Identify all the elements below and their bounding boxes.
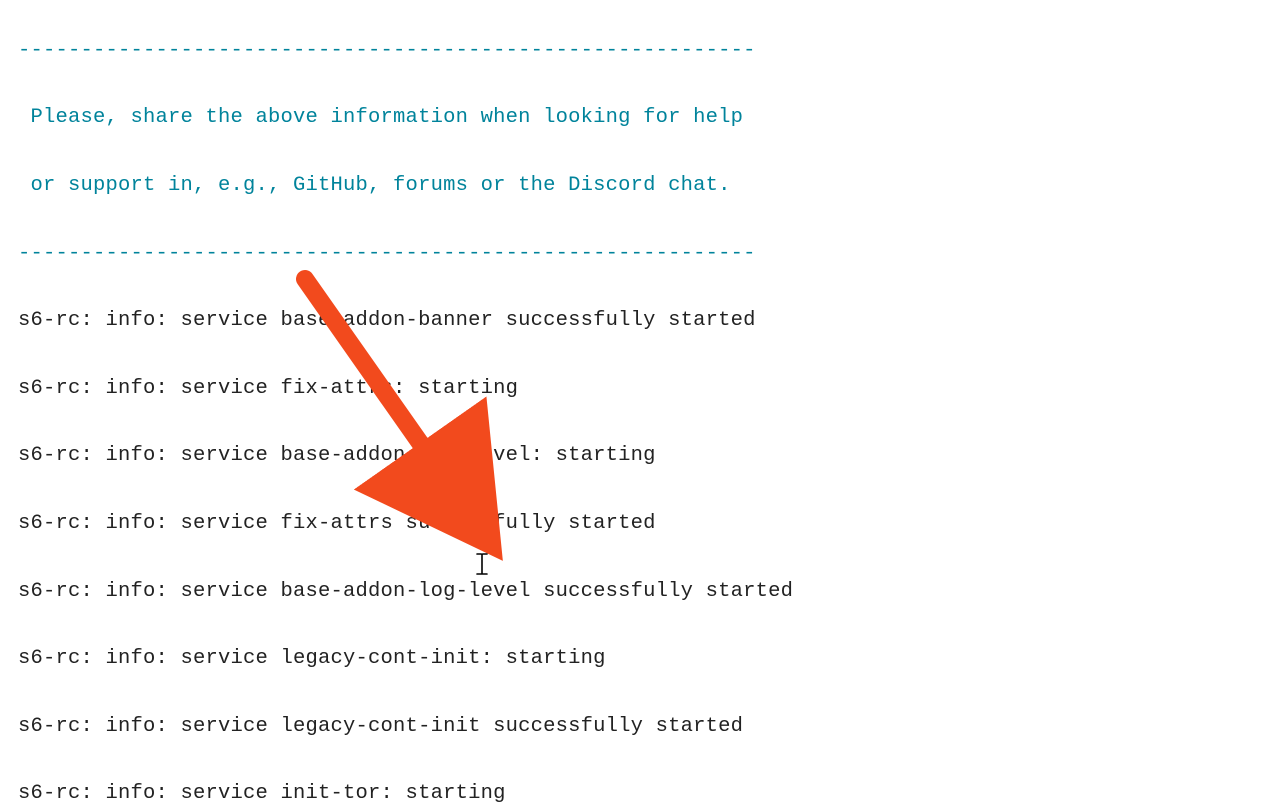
log-line: s6-rc: info: service legacy-cont-init: s… [18, 642, 1270, 676]
log-line: s6-rc: info: service fix-attrs: starting [18, 372, 1270, 406]
banner-dash-top: ----------------------------------------… [18, 34, 1270, 68]
log-line: s6-rc: info: service base-addon-log-leve… [18, 575, 1270, 609]
log-line: s6-rc: info: service legacy-cont-init su… [18, 710, 1270, 744]
log-line: s6-rc: info: service base-addon-log-leve… [18, 439, 1270, 473]
log-line: s6-rc: info: service init-tor: starting [18, 777, 1270, 804]
log-output[interactable]: ----------------------------------------… [0, 0, 1270, 804]
log-line: s6-rc: info: service base-addon-banner s… [18, 304, 1270, 338]
banner-line-1: Please, share the above information when… [18, 101, 1270, 135]
banner-dash-bottom: ----------------------------------------… [18, 237, 1270, 271]
banner-line-2: or support in, e.g., GitHub, forums or t… [18, 169, 1270, 203]
log-line: s6-rc: info: service fix-attrs successfu… [18, 507, 1270, 541]
